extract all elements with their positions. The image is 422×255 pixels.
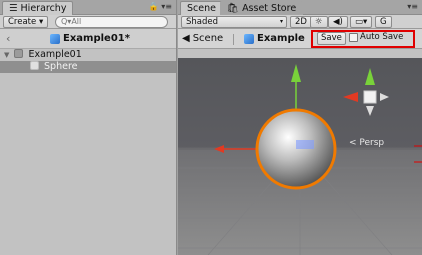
scene-tabbar: Scene 🛍 Asset Store ▾≡ xyxy=(178,0,422,15)
image-icon[interactable]: ▭▾ xyxy=(350,16,373,28)
tab-scene-label: Scene xyxy=(187,2,216,14)
scene-tab-controls: ▾≡ xyxy=(407,2,418,11)
projection-label[interactable]: < Persp xyxy=(349,138,384,148)
menu-icon[interactable]: ▾≡ xyxy=(161,2,172,11)
gizmos-label: G xyxy=(380,17,387,27)
breadcrumb-scene[interactable]: ◀ Scene xyxy=(182,33,223,44)
hierarchy-item-example01[interactable]: ▼ Example01 xyxy=(0,49,176,61)
tab-hierarchy-label: Hierarchy xyxy=(20,2,67,14)
breadcrumb-scene-label: Scene xyxy=(192,33,224,44)
chevron-down-icon: ▾ xyxy=(38,17,44,27)
shading-mode-label: Shaded xyxy=(186,17,219,27)
scene-panel: Scene 🛍 Asset Store ▾≡ Shaded ▾ 2D ☼ ◀) … xyxy=(178,0,422,255)
breadcrumb-prefab[interactable]: Example xyxy=(244,33,305,44)
move-plane-handle[interactable] xyxy=(296,140,314,149)
prefab-header: ‹ Example01* xyxy=(0,29,176,49)
tab-hierarchy[interactable]: ☰ Hierarchy xyxy=(2,1,74,15)
hierarchy-tabbar: ☰ Hierarchy 🔒 ▾≡ xyxy=(0,0,176,15)
shading-mode-dropdown[interactable]: Shaded ▾ xyxy=(181,16,287,28)
orientation-gizmo[interactable] xyxy=(343,68,389,116)
gameobject-icon xyxy=(14,49,24,58)
prefab-title: Example01* xyxy=(50,33,130,44)
tab-asset-store-label: Asset Store xyxy=(242,2,297,14)
prefab-cube-icon xyxy=(244,33,254,44)
scene-viewport[interactable]: < Persp xyxy=(178,58,422,255)
breadcrumb-prefab-label: Example xyxy=(257,33,305,44)
lock-icon[interactable]: 🔒 xyxy=(149,2,159,11)
scene-toolbar: Shaded ▾ 2D ☼ ◀) ▭▾ G xyxy=(178,15,422,29)
hierarchy-item-label: Example01 xyxy=(28,49,82,60)
prefab-mode-bar: ◀ Scene Example Save Auto Save xyxy=(178,29,422,49)
y-axis-arrow[interactable] xyxy=(291,64,301,82)
light-icon[interactable]: ☼ xyxy=(310,16,328,28)
hierarchy-item-sphere[interactable]: Sphere xyxy=(0,61,176,73)
list-icon: ☰ xyxy=(9,2,18,14)
audio-icon[interactable]: ◀) xyxy=(328,16,348,28)
tab-asset-store[interactable]: 🛍 Asset Store xyxy=(220,1,304,15)
hierarchy-toolbar: Create ▾ Q▾All xyxy=(0,15,176,29)
projection-label-text: < Persp xyxy=(349,138,385,148)
shopping-bag-icon: 🛍 xyxy=(227,2,240,14)
gizmos-button[interactable]: G xyxy=(375,16,392,28)
menu-icon[interactable]: ▾≡ xyxy=(407,2,418,11)
search-input[interactable]: Q▾All xyxy=(55,16,168,28)
hierarchy-tab-controls: 🔒 ▾≡ xyxy=(149,2,172,11)
breadcrumb-separator xyxy=(233,34,234,45)
prefab-title-label: Example01* xyxy=(63,33,130,44)
create-button-label: Create xyxy=(8,17,37,27)
tab-scene[interactable]: Scene xyxy=(180,1,223,15)
create-button[interactable]: Create ▾ xyxy=(3,16,49,28)
hierarchy-panel: ☰ Hierarchy 🔒 ▾≡ Create ▾ Q▾All ‹ Exampl… xyxy=(0,0,177,255)
toggle-2d-label: 2D xyxy=(295,17,307,27)
back-arrow-icon: ◀ xyxy=(182,33,190,44)
search-placeholder: Q▾All xyxy=(61,17,82,26)
toggle-2d-button[interactable]: 2D xyxy=(290,16,312,28)
fold-arrow-icon[interactable]: ▼ xyxy=(4,51,9,59)
highlight-box xyxy=(311,30,415,48)
chevron-left-icon[interactable]: ‹ xyxy=(6,32,10,45)
prefab-cube-icon xyxy=(50,33,60,44)
gameobject-icon xyxy=(30,61,39,70)
scene-view-graphics xyxy=(178,64,422,255)
chevron-down-icon: ▾ xyxy=(279,18,283,25)
hierarchy-item-label: Sphere xyxy=(44,61,78,72)
